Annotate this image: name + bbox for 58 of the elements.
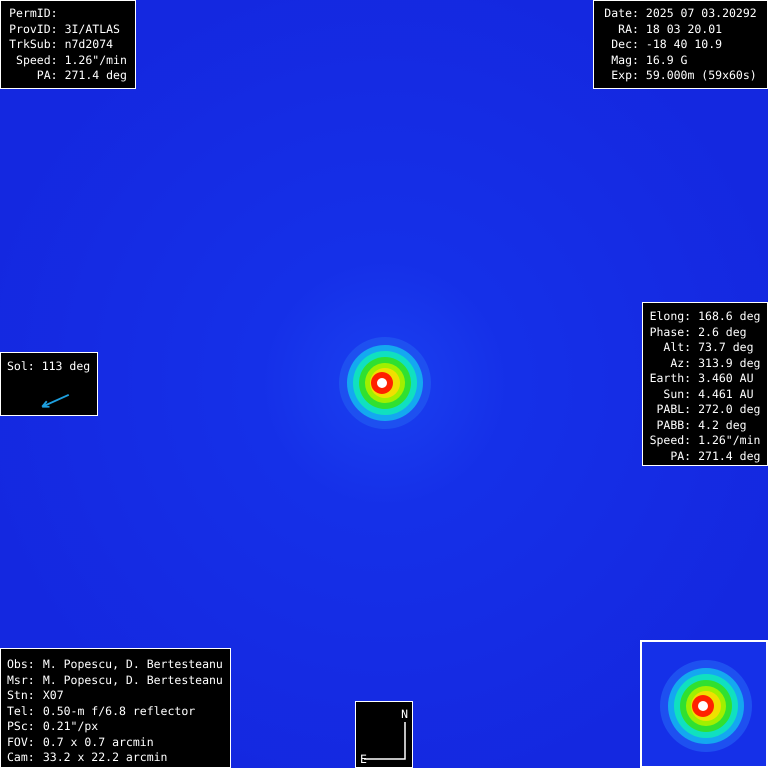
- info-value: 2.6 deg: [698, 324, 748, 340]
- info-label: PSc:: [7, 719, 36, 734]
- info-label: PABL:: [655, 402, 692, 418]
- info-label: Date:: [603, 6, 639, 22]
- info-label: Alt:: [662, 340, 692, 356]
- info-label: Tel:: [7, 704, 36, 719]
- info-value: 1.26"/min: [64, 52, 128, 68]
- info-value: M. Popescu, D. Bertesteanu: [42, 672, 224, 688]
- info-value: 1.26"/min: [698, 433, 762, 448]
- info-label: Speed:: [15, 52, 58, 68]
- info-label: Mag:: [610, 52, 639, 68]
- info-label: Sol:: [7, 359, 35, 374]
- info-label: TrkSub:: [8, 37, 58, 52]
- info-label: Exp:: [610, 68, 639, 84]
- info-label: PA:: [669, 448, 692, 464]
- info-value: 313.9 deg: [698, 356, 762, 371]
- info-value: 33.2 x 22.2 arcmin: [42, 750, 168, 766]
- info-label: RA:: [617, 22, 639, 37]
- east-label: E: [360, 753, 367, 765]
- info-label: Obs:: [7, 657, 36, 672]
- info-label: Speed:: [648, 433, 692, 448]
- info-value: 3.460 AU: [698, 371, 754, 386]
- info-value: 3I/ATLAS: [64, 22, 121, 37]
- info-value: 0.7 x 0.7 arcmin: [42, 734, 155, 750]
- info-label: Cam:: [7, 750, 36, 766]
- info-label: Dec:: [610, 37, 639, 52]
- info-value: M. Popescu, D. Bertesteanu: [42, 657, 224, 672]
- info-value: 73.7 deg: [698, 340, 754, 356]
- info-value: 272.0 deg: [698, 402, 762, 418]
- info-value: 59.000m (59x60s): [646, 68, 758, 84]
- info-value: -18 40 10.9: [646, 37, 724, 52]
- info-value: 2025 07 03.20292: [646, 6, 758, 22]
- info-label: Msr:: [7, 672, 36, 688]
- north-label: N: [401, 708, 408, 720]
- info-label: PABB:: [655, 418, 692, 433]
- info-label: Earth:: [648, 371, 692, 386]
- info-label: PermID:: [8, 6, 58, 22]
- info-value: n7d2074: [64, 37, 114, 52]
- info-label: Elong:: [648, 309, 692, 324]
- info-value: 4.461 AU: [698, 386, 754, 402]
- info-value: X07: [42, 688, 65, 704]
- info-value: 113 deg: [42, 359, 90, 374]
- info-value: 18 03 20.01: [646, 22, 724, 37]
- info-label: Az:: [669, 356, 692, 371]
- info-label: Phase:: [648, 324, 692, 340]
- info-value: 4.2 deg: [698, 418, 748, 433]
- info-value: 168.6 deg: [698, 309, 762, 324]
- info-value: 16.9 G: [646, 52, 688, 68]
- info-value: 0.50-m f/6.8 reflector: [42, 704, 196, 719]
- info-value: 271.4 deg: [64, 68, 128, 84]
- info-value: 271.4 deg: [698, 448, 762, 464]
- info-label: Sun:: [662, 386, 692, 402]
- arrow-icon: [39, 392, 71, 409]
- info-label: FOV:: [7, 734, 36, 750]
- info-label: ProvID:: [8, 22, 58, 37]
- info-label: PA:: [36, 68, 58, 84]
- info-label: Stn:: [7, 688, 36, 704]
- info-value: 0.21"/px: [42, 719, 100, 734]
